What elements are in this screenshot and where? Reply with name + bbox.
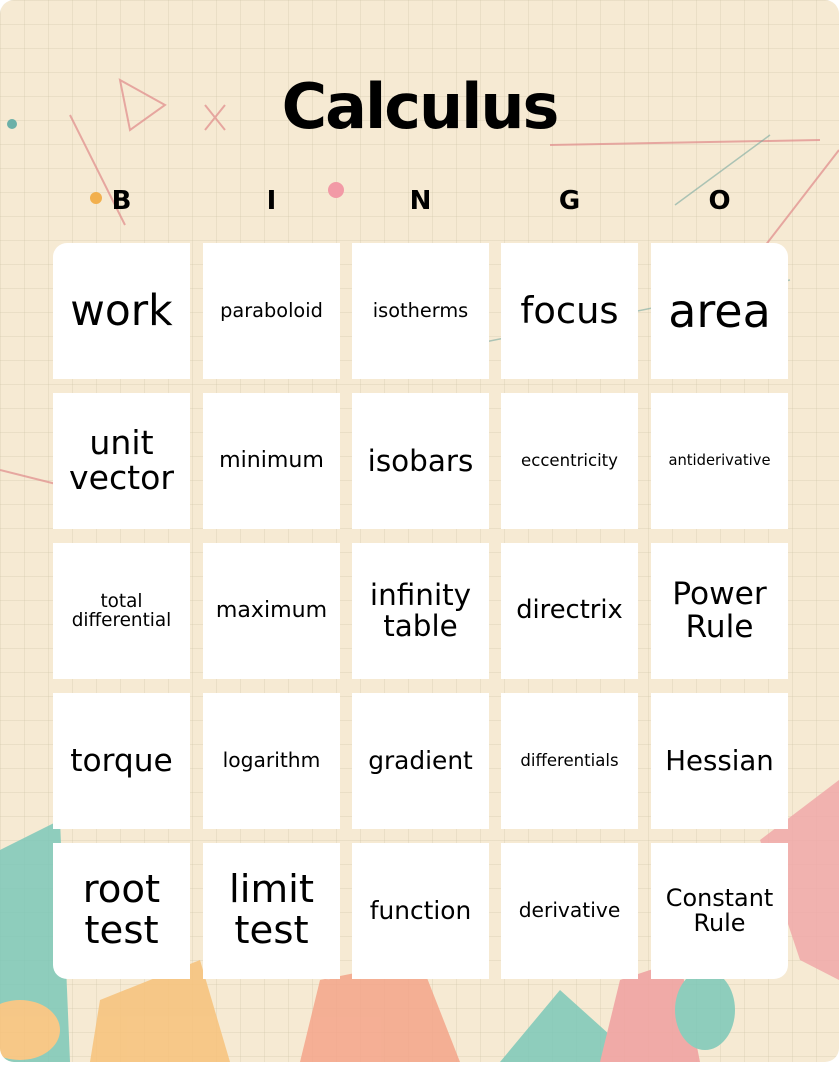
cell-text: work: [70, 285, 173, 335]
cell-text: Power Rule: [672, 576, 767, 645]
cell-text: focus: [520, 288, 619, 332]
cell-text: torque: [70, 742, 173, 779]
cell-text: Hessian: [665, 743, 774, 777]
bingo-cell[interactable]: eccentricity: [501, 393, 638, 529]
bingo-card: Calculus B I N G O work paraboloid isother…: [0, 0, 839, 1062]
cell-text: differentials: [520, 751, 619, 771]
cell-text: root test: [82, 867, 161, 953]
header-letter-o: O: [708, 186, 731, 216]
bingo-cell[interactable]: logarithm: [203, 693, 340, 829]
cell-text: Constant Rule: [665, 883, 774, 937]
bingo-cell[interactable]: Constant Rule: [651, 843, 788, 979]
header-letter-n: N: [409, 186, 432, 216]
bingo-cell[interactable]: limit test: [203, 843, 340, 979]
bingo-cell[interactable]: infinity table: [352, 543, 489, 679]
bingo-cell[interactable]: directrix: [501, 543, 638, 679]
cell-text: directrix: [516, 595, 623, 626]
cell-text: paraboloid: [220, 298, 323, 322]
bingo-cell[interactable]: gradient: [352, 693, 489, 829]
cell-text: function: [369, 895, 472, 925]
cell-text: limit test: [229, 867, 314, 953]
card-title: Calculus: [281, 70, 560, 143]
cell-text: minimum: [219, 448, 324, 474]
cell-text: gradient: [368, 745, 473, 775]
cell-text: area: [668, 283, 771, 338]
cell-text: antiderivative: [668, 452, 771, 470]
cell-text: unit vector: [68, 423, 175, 497]
bingo-header: B I N G O: [53, 186, 788, 220]
cell-text: logarithm: [222, 748, 321, 773]
bingo-cell[interactable]: work: [53, 243, 190, 379]
header-letter-i: I: [266, 186, 277, 216]
bingo-cell[interactable]: antiderivative: [651, 393, 788, 529]
cell-text: isobars: [367, 443, 474, 478]
cell-text: derivative: [518, 898, 621, 923]
cell-text: maximum: [215, 598, 328, 624]
bingo-cell[interactable]: focus: [501, 243, 638, 379]
bingo-cell[interactable]: unit vector: [53, 393, 190, 529]
header-letter-b: B: [111, 186, 132, 216]
bingo-cell[interactable]: paraboloid: [203, 243, 340, 379]
bingo-cell[interactable]: maximum: [203, 543, 340, 679]
bingo-cell[interactable]: minimum: [203, 393, 340, 529]
bingo-cell[interactable]: Hessian: [651, 693, 788, 829]
bingo-cell[interactable]: total differential: [53, 543, 190, 679]
cell-text: total differential: [71, 590, 172, 631]
cell-text: isotherms: [372, 298, 469, 322]
bingo-cell[interactable]: isobars: [352, 393, 489, 529]
cell-text: infinity table: [369, 578, 472, 643]
header-letter-g: G: [558, 186, 581, 216]
cell-text: eccentricity: [521, 451, 618, 471]
bingo-cell[interactable]: torque: [53, 693, 190, 829]
bingo-cell[interactable]: isotherms: [352, 243, 489, 379]
bingo-cell[interactable]: derivative: [501, 843, 638, 979]
bingo-cell[interactable]: function: [352, 843, 489, 979]
bingo-grid: work paraboloid isotherms focus area unit vec…: [53, 243, 788, 979]
bingo-cell[interactable]: root test: [53, 843, 190, 979]
bingo-cell[interactable]: area: [651, 243, 788, 379]
bingo-cell[interactable]: differentials: [501, 693, 638, 829]
bingo-cell[interactable]: Power Rule: [651, 543, 788, 679]
